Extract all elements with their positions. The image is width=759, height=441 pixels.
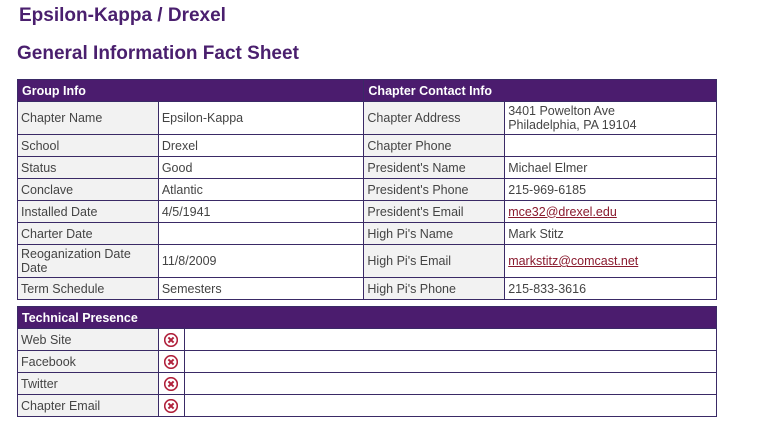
chapter-email-label: Chapter Email [17,394,159,417]
website-label: Web Site [17,328,159,351]
high-pi-name-label: High Pi's Name [363,222,506,245]
installed-date-label: Installed Date [17,200,159,223]
chapter-address-label: Chapter Address [363,101,506,135]
table-row: Chapter Email [17,394,717,417]
high-pi-name-value: Mark Stitz [504,222,717,245]
not-available-icon [164,398,178,413]
chapter-name-label: Chapter Name [17,101,159,135]
chapter-address-value: 3401 Powelton Ave Philadelphia, PA 19104 [504,101,717,135]
president-phone-value: 215-969-6185 [504,178,717,201]
page-subtitle: General Information Fact Sheet [17,43,299,64]
charter-date-label: Charter Date [17,222,159,245]
president-phone-label: President's Phone [363,178,506,201]
table-row: Twitter [17,372,717,395]
chapter-address-line1: 3401 Powelton Ave [508,104,615,118]
table-row: Status Good President's Name Michael Elm… [17,156,717,179]
high-pi-phone-label: High Pi's Phone [363,277,506,300]
table-row: Charter Date High Pi's Name Mark Stitz [17,222,717,245]
not-available-icon [164,354,178,369]
chapter-phone-value [504,134,717,157]
reorganization-date-label: Reoganization Date Date [17,244,159,278]
table-row: Chapter Name Epsilon-Kappa Chapter Addre… [17,101,717,135]
status-label: Status [17,156,159,179]
president-email-cell: mce32@drexel.edu [504,200,717,223]
technical-presence-header: Technical Presence [17,306,717,329]
website-status [158,328,185,351]
term-schedule-label: Term Schedule [17,277,159,300]
not-available-icon [164,376,178,391]
term-schedule-value: Semesters [157,277,365,300]
tech-header-row: Technical Presence [17,306,717,329]
website-value [184,328,717,351]
status-value: Good [157,156,365,179]
president-email-link[interactable]: mce32@drexel.edu [508,205,617,219]
school-value: Drexel [157,134,365,157]
table-row: Reoganization Date Date 11/8/2009 High P… [17,244,717,278]
table-row: Conclave Atlantic President's Phone 215-… [17,178,717,201]
twitter-label: Twitter [17,372,159,395]
reorganization-date-value: 11/8/2009 [157,244,365,278]
installed-date-value: 4/5/1941 [157,200,365,223]
table-row: School Drexel Chapter Phone [17,134,717,157]
page: Epsilon-Kappa / Drexel General Informati… [0,0,759,441]
chapter-email-value [184,394,717,417]
table-row: Facebook [17,350,717,373]
school-label: School [17,134,159,157]
chapter-address-line2: Philadelphia, PA 19104 [508,118,637,132]
high-pi-email-label: High Pi's Email [363,244,506,278]
president-name-label: President's Name [363,156,506,179]
not-available-icon [164,332,178,347]
high-pi-email-link[interactable]: markstitz@comcast.net [508,254,638,268]
table-row: Web Site [17,328,717,351]
chapter-contact-header: Chapter Contact Info [363,79,717,102]
twitter-value [184,372,717,395]
charter-date-value [157,222,365,245]
conclave-value: Atlantic [157,178,365,201]
high-pi-email-cell: markstitz@comcast.net [504,244,717,278]
technical-presence-table: Technical Presence Web Site Facebook Twi… [17,306,717,417]
president-name-value: Michael Elmer [504,156,717,179]
twitter-status [158,372,185,395]
facebook-value [184,350,717,373]
conclave-label: Conclave [17,178,159,201]
chapter-phone-label: Chapter Phone [363,134,506,157]
facebook-status [158,350,185,373]
table-row: Installed Date 4/5/1941 President's Emai… [17,200,717,223]
president-email-label: President's Email [363,200,506,223]
chapter-name-value: Epsilon-Kappa [157,101,365,135]
chapter-email-status [158,394,185,417]
facebook-label: Facebook [17,350,159,373]
page-title: Epsilon-Kappa / Drexel [19,5,226,26]
info-table: Group Info Chapter Contact Info Chapter … [16,79,717,300]
group-info-header: Group Info [16,79,365,102]
table-row: Term Schedule Semesters High Pi's Phone … [17,277,717,300]
high-pi-phone-value: 215-833-3616 [504,277,717,300]
info-header-row: Group Info Chapter Contact Info [16,79,717,102]
